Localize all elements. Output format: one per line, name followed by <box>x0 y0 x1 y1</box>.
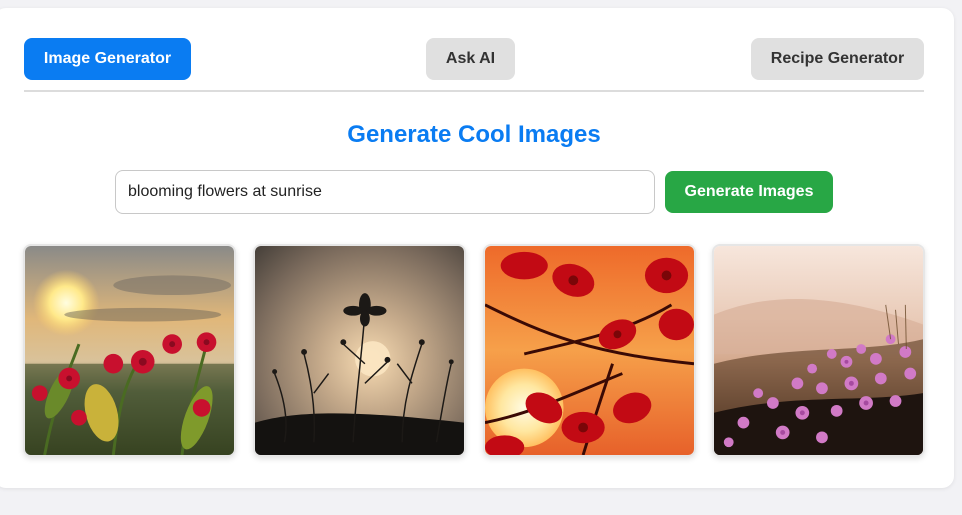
generate-images-button[interactable]: Generate Images <box>665 171 833 213</box>
red-blossoms-orange-sun-image[interactable] <box>483 244 696 457</box>
nav-divider <box>24 90 924 92</box>
top-nav: Image Generator Ask AI Recipe Generator <box>24 38 924 80</box>
silhouette-wildflowers-sunset-image[interactable] <box>253 244 466 457</box>
page-title: Generate Cool Images <box>347 121 601 148</box>
sunrise-meadow-red-flowers-image[interactable] <box>23 244 236 457</box>
pink-field-flowers-hazy-image[interactable] <box>712 244 925 457</box>
image-gallery <box>23 244 927 458</box>
prompt-input[interactable] <box>115 170 655 214</box>
image-generator-tab[interactable]: Image Generator <box>24 38 191 80</box>
ask-ai-tab[interactable]: Ask AI <box>426 38 515 80</box>
app-card: Image Generator Ask AI Recipe Generator … <box>0 8 954 488</box>
recipe-generator-tab[interactable]: Recipe Generator <box>751 38 924 80</box>
